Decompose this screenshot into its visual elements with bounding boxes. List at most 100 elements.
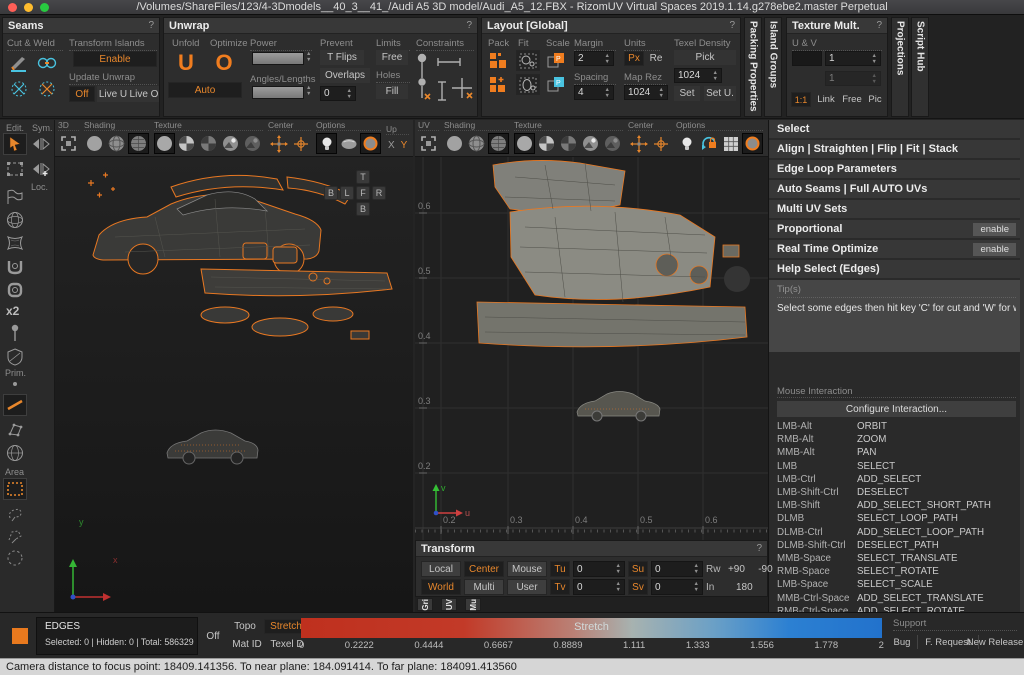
viewcube-top[interactable]: T [356, 170, 370, 184]
cut-lasso-icon[interactable] [7, 78, 31, 100]
tv-spinner[interactable]: ▲▼ [616, 581, 621, 593]
texel-value-input[interactable]: 1024 ▲▼ [674, 68, 722, 83]
shading-wire-shaded-icon[interactable] [488, 133, 509, 154]
select-cursor-tool[interactable] [3, 133, 27, 155]
tab-mu[interactable]: Mu [465, 598, 481, 611]
area-circle-tool[interactable] [3, 547, 27, 569]
light-bulb-icon[interactable] [676, 133, 697, 154]
up-axis-y-button[interactable]: Y [401, 140, 408, 151]
fill-button[interactable]: Fill [376, 84, 408, 99]
map-rez-input[interactable]: 1024 ▲▼ [624, 85, 668, 100]
tab-grid[interactable]: Gri [417, 598, 433, 611]
display-off-button[interactable]: Off [200, 628, 226, 644]
viewport-3d-canvas[interactable]: y x T B L F R B [55, 157, 413, 612]
transform-help-icon[interactable]: ? [756, 543, 762, 554]
spacing-spinner[interactable]: ▲▼ [605, 87, 610, 99]
section-select[interactable]: Select [769, 120, 1024, 138]
t-flips-button[interactable]: T Flips [320, 50, 364, 65]
su-input[interactable]: 0▲▼ [651, 561, 703, 577]
pivot-user-button[interactable]: User [507, 579, 547, 595]
edge-primitive-tool[interactable] [3, 394, 27, 416]
texture-image-dim-icon[interactable] [242, 133, 263, 154]
tab-uv[interactable]: UV [441, 598, 457, 611]
display-topo-button[interactable]: Topo [228, 619, 262, 634]
map-rez-spinner[interactable]: ▲▼ [659, 87, 664, 99]
set-button[interactable]: Set [674, 86, 700, 101]
shading-wire-icon[interactable] [106, 133, 127, 154]
texel-spinner[interactable]: ▲▼ [713, 70, 718, 82]
unfold-button[interactable]: U [172, 50, 200, 76]
display-mat-id-button[interactable]: Mat ID [228, 637, 266, 652]
pillow-deform-tool[interactable] [3, 232, 27, 254]
sv-input[interactable]: 0▲▼ [651, 579, 703, 595]
tu-toggle[interactable]: Tu [550, 561, 570, 577]
link-button[interactable]: Link [813, 92, 839, 107]
new-release-button[interactable]: New Release [966, 633, 1024, 651]
tu-spinner[interactable]: ▲▼ [616, 563, 621, 575]
area-polygon-lasso-tool[interactable] [3, 525, 27, 547]
cut-brush-icon[interactable] [7, 52, 31, 74]
scale-pack-cyan-button[interactable]: P [544, 74, 568, 95]
edges-color-swatch[interactable] [12, 628, 28, 644]
texture-image-icon[interactable] [580, 133, 601, 154]
margin-input[interactable]: 2 ▲▼ [574, 51, 614, 66]
texture-checker-dim-icon[interactable] [558, 133, 579, 154]
overlaps-spinner[interactable]: ▲▼ [347, 88, 352, 100]
spacing-input[interactable]: 4 ▲▼ [574, 85, 614, 100]
power-slider[interactable] [252, 52, 304, 65]
angles-spinner[interactable]: ▲▼ [306, 85, 311, 97]
maximize-view-icon[interactable] [418, 133, 439, 154]
fit-button[interactable] [516, 50, 540, 71]
tu-input[interactable]: 0▲▼ [573, 561, 625, 577]
up-axis-x-button[interactable]: X [388, 140, 395, 151]
x2-tool[interactable]: x2 [6, 304, 19, 318]
backface-ellipsoid-icon[interactable] [338, 133, 359, 154]
pin-tool[interactable] [3, 322, 27, 344]
pivot-center-button[interactable]: Center [464, 561, 504, 577]
layout-help-icon[interactable]: ? [729, 20, 735, 31]
unwrap-panel-header[interactable]: Unwrap ? [164, 18, 477, 34]
rotate-minus90-button[interactable]: -90 [752, 561, 778, 577]
overlaps-iterations-input[interactable]: 0 ▲▼ [320, 86, 356, 101]
units-re-button[interactable]: Re [646, 51, 666, 66]
texture-image-icon[interactable] [220, 133, 241, 154]
maximize-view-icon[interactable] [58, 133, 79, 154]
viewcube-left[interactable]: L [340, 186, 354, 200]
point-primitive-tool[interactable] [3, 378, 27, 390]
seams-panel-header[interactable]: Seams ? [3, 18, 159, 34]
live-u-button[interactable]: Live U [97, 86, 129, 102]
texture-checker-dim-icon[interactable] [198, 133, 219, 154]
tab-projections[interactable]: Projections [891, 17, 909, 117]
transform-header[interactable]: Transform ? [416, 541, 767, 557]
free-ratio-button[interactable]: Free [839, 92, 865, 107]
center-selection-icon[interactable] [290, 133, 311, 154]
viewport-uv-canvas[interactable]: 0.6 0.5 0.4 0.3 0.2 0.2 0.3 0.4 0.5 0.6 … [415, 157, 768, 540]
seams-help-icon[interactable]: ? [148, 20, 154, 31]
su-toggle[interactable]: Su [628, 561, 648, 577]
center-selection-icon[interactable] [650, 133, 671, 154]
free-button[interactable]: Free [376, 50, 408, 65]
real-time-enable-button[interactable]: enable [973, 243, 1016, 256]
tv-toggle[interactable]: Tv [550, 579, 570, 595]
v-mult-spinner[interactable]: ▲▼ [872, 73, 877, 85]
viewcube-front[interactable]: F [356, 186, 370, 200]
light-bulb-icon[interactable] [316, 133, 337, 154]
space-local-button[interactable]: Local [421, 561, 461, 577]
overlaps-button[interactable]: Overlaps [320, 68, 370, 83]
section-auto-seams[interactable]: Auto Seams | Full AUTO UVs [769, 180, 1024, 198]
update-off-button[interactable]: Off [69, 86, 95, 102]
proportional-enable-button[interactable]: enable [973, 223, 1016, 236]
marquee-select-tool[interactable] [3, 158, 27, 180]
tab-script-hub[interactable]: Script Hub [911, 17, 929, 117]
shading-flat-icon[interactable] [444, 133, 465, 154]
rotate-lock-icon[interactable] [698, 133, 719, 154]
texture-checker-icon[interactable] [536, 133, 557, 154]
constraints-icons[interactable] [414, 48, 476, 104]
brush-o-tool[interactable] [3, 279, 27, 301]
section-multi-uv[interactable]: Multi UV Sets [769, 200, 1024, 218]
texture-mult-help-icon[interactable]: ? [876, 20, 882, 31]
center-all-icon[interactable] [268, 133, 289, 154]
pack-selected-button[interactable] [486, 74, 510, 95]
section-help-select[interactable]: Help Select (Edges) [769, 260, 1024, 278]
section-align[interactable]: Align | Straighten | Flip | Fit | Stack [769, 140, 1024, 158]
